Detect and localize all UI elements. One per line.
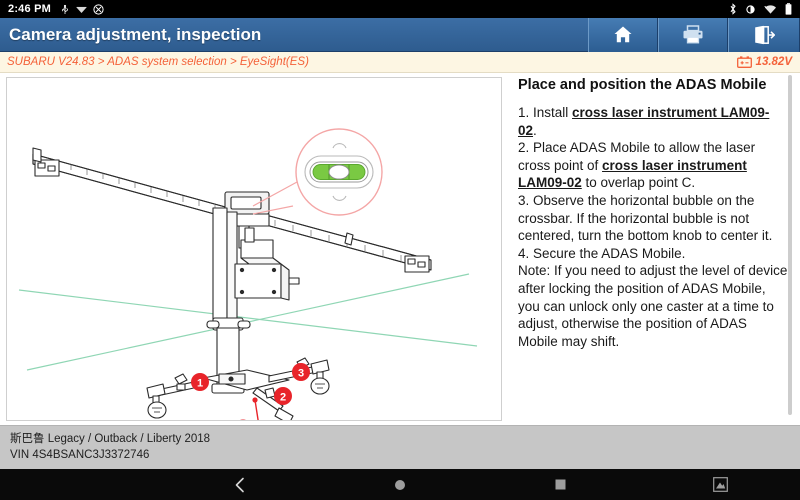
- screenshot-button[interactable]: [640, 469, 800, 500]
- bluetooth-icon: [730, 3, 736, 15]
- app-title-bar: Camera adjustment, inspection: [0, 17, 800, 52]
- bubble: [328, 164, 350, 180]
- battery-voltage-icon: [736, 56, 752, 68]
- home-button[interactable]: [320, 469, 480, 500]
- step-1-prefix: 1. Install: [518, 105, 573, 120]
- wifi-icon: [764, 4, 776, 14]
- tablet-screen: 2:46 PM Camera adjustment, inspection SU…: [0, 0, 800, 500]
- mount-bracket: [234, 227, 300, 301]
- instruction-step-1: 1. Install cross laser instrument LAM09-…: [518, 104, 788, 139]
- back-button[interactable]: [160, 469, 320, 500]
- print-button[interactable]: [658, 17, 728, 52]
- vpn-icon: [76, 6, 87, 13]
- screenshot-icon: [712, 477, 728, 492]
- crossbar-left: [32, 147, 230, 219]
- status-bar-left-icons: [60, 3, 104, 15]
- status-bar-clock: 2:46 PM: [8, 3, 51, 15]
- brightness-icon: [746, 4, 755, 14]
- bubble-level-callout: [252, 128, 383, 216]
- instruction-panel: Place and position the ADAS Mobile 1. In…: [512, 73, 794, 425]
- marker-2: 2: [274, 387, 292, 405]
- do-not-disturb-icon: [93, 3, 104, 15]
- printer-icon: [683, 25, 703, 44]
- exit-button[interactable]: [728, 17, 800, 52]
- instruction-step-2: 2. Place ADAS Mobile to allow the laser …: [518, 139, 788, 192]
- step-2-suffix: to overlap point C.: [581, 175, 696, 191]
- content-area: 1 2 3 C Pl: [0, 73, 800, 481]
- svg-text:2: 2: [280, 392, 286, 404]
- marker-1: 1: [191, 373, 209, 391]
- point-c-leader: [252, 397, 259, 420]
- instruction-note: Note: If you need to adjust the level of…: [518, 263, 788, 349]
- step-1-suffix: .: [533, 122, 537, 138]
- square-icon: [555, 479, 565, 490]
- adas-mobile-diagram: 1 2 3 C: [18, 128, 478, 420]
- page-title: Camera adjustment, inspection: [9, 24, 262, 44]
- circle-icon: [395, 479, 405, 490]
- svg-text:3: 3: [298, 368, 304, 380]
- instruction-scrollbar[interactable]: [788, 73, 793, 425]
- instruction-steps: 1. Install cross laser instrument LAM09-…: [518, 104, 788, 350]
- title-bar-actions: [588, 17, 800, 52]
- instruction-step-4: 4. Secure the ADAS Mobile.: [518, 245, 686, 261]
- android-nav-bar: [0, 469, 800, 500]
- marker-3: 3: [292, 363, 310, 381]
- diagram-panel: 1 2 3 C: [6, 77, 502, 421]
- home-button[interactable]: [588, 17, 658, 52]
- usb-icon: [62, 4, 68, 14]
- voltage-value: 13.82V: [755, 56, 792, 68]
- home-icon: [614, 26, 632, 43]
- breadcrumb[interactable]: SUBARU V24.83 > ADAS system selection > …: [7, 56, 309, 68]
- svg-text:1: 1: [197, 378, 203, 390]
- vehicle-vin: VIN 4S4BSANC3J3372746: [10, 449, 150, 461]
- crossbar-right: [254, 211, 432, 273]
- chevron-left-icon: [235, 477, 244, 492]
- instruction-heading: Place and position the ADAS Mobile: [518, 77, 767, 93]
- marker-c: C: [239, 419, 247, 420]
- android-status-bar: 2:46 PM: [0, 0, 800, 18]
- vehicle-info-bar: 斯巴鲁 Legacy / Outback / Liberty 2018 VIN …: [0, 425, 800, 469]
- voltage-indicator: 13.82V: [736, 56, 792, 68]
- breadcrumb-bar: SUBARU V24.83 > ADAS system selection > …: [0, 52, 800, 73]
- status-bar-right-icons: [729, 3, 792, 15]
- recents-button[interactable]: [480, 469, 640, 500]
- vehicle-model: 斯巴鲁 Legacy / Outback / Liberty 2018: [10, 433, 211, 445]
- scrollbar-thumb[interactable]: [788, 75, 792, 415]
- exit-icon: [755, 25, 775, 44]
- instruction-step-3: 3. Observe the horizontal bubble on the …: [518, 192, 773, 244]
- battery-icon: [785, 3, 792, 15]
